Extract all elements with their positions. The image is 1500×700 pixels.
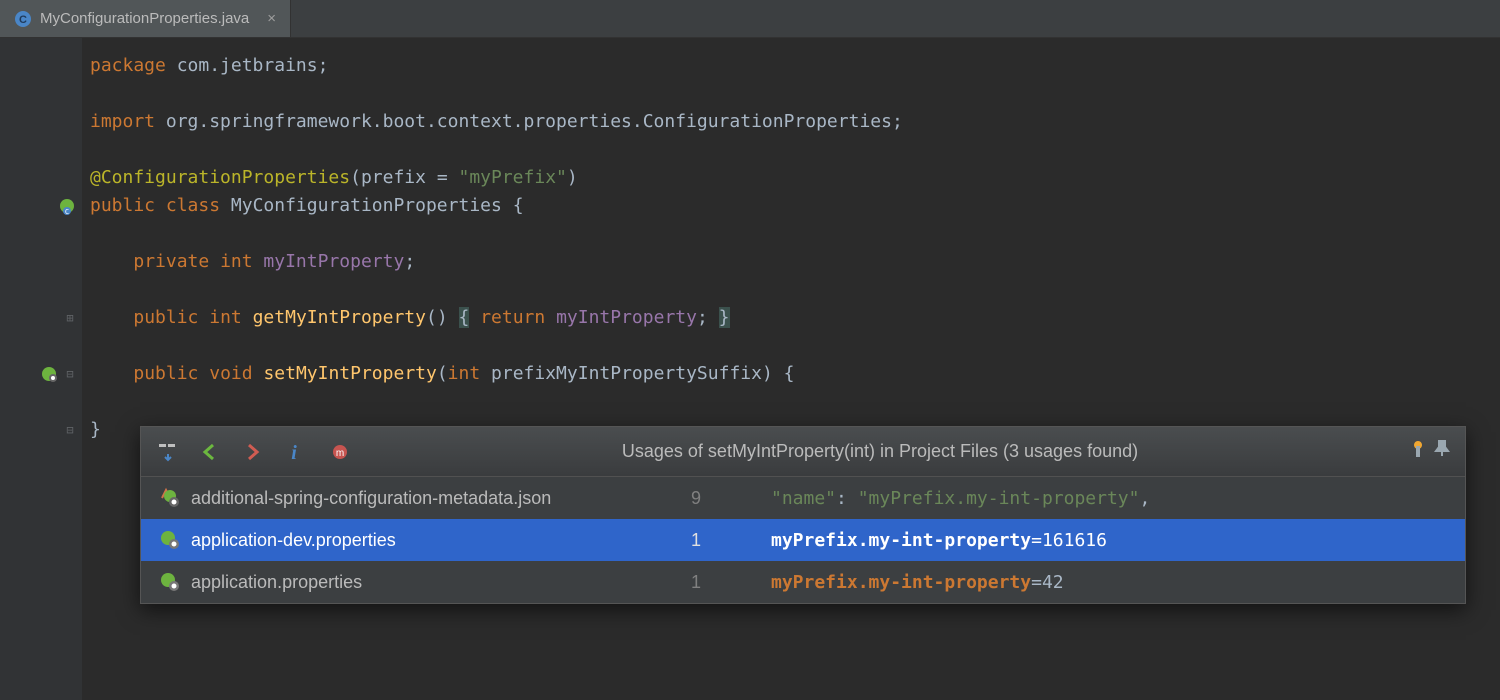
json-file-icon	[159, 487, 181, 509]
keyword-void: void	[209, 363, 252, 384]
annotation-attr: prefix	[361, 167, 426, 188]
annotation: @ConfigurationProperties	[90, 167, 350, 188]
keyword-public: public	[133, 363, 198, 384]
svg-text:i: i	[291, 442, 297, 463]
keyword-return: return	[480, 307, 545, 328]
keyword-int: int	[209, 307, 242, 328]
import-path: org.springframework.boot.context.propert…	[166, 111, 892, 132]
usage-filename: additional-spring-configuration-metadata…	[191, 488, 651, 509]
breakpoint-icon[interactable]: m	[323, 435, 357, 469]
usage-line-number: 1	[661, 530, 701, 551]
usage-line-number: 1	[661, 572, 701, 593]
method-name: getMyIntProperty	[253, 307, 426, 328]
svg-text:C: C	[19, 14, 27, 26]
tab-filename: MyConfigurationProperties.java	[40, 10, 249, 27]
spring-bean-icon[interactable]: C	[58, 197, 76, 215]
close-tab-icon[interactable]: ×	[267, 10, 276, 27]
method-name: setMyIntProperty	[263, 363, 436, 384]
keyword-import: import	[90, 111, 155, 132]
keyword-public: public	[133, 307, 198, 328]
class-name: MyConfigurationProperties	[231, 195, 502, 216]
keyword-int: int	[448, 363, 481, 384]
field-ref: myIntProperty	[556, 307, 697, 328]
usages-list: additional-spring-configuration-metadata…	[141, 477, 1465, 603]
gutter: C ⊞ ⊟ ⊟	[0, 38, 82, 700]
fold-toggle-icon[interactable]: ⊟	[64, 424, 76, 436]
string-literal: "myPrefix"	[459, 167, 567, 188]
keyword-private: private	[133, 251, 209, 272]
usage-preview: myPrefix.my-int-property=161616	[771, 530, 1107, 551]
keyword-int: int	[220, 251, 253, 272]
svg-text:C: C	[65, 208, 69, 215]
keyword-class: class	[166, 195, 220, 216]
svg-text:m: m	[336, 448, 344, 459]
usage-line-number: 9	[661, 488, 701, 509]
properties-file-icon	[159, 529, 181, 551]
pin-icon[interactable]	[1433, 439, 1451, 464]
open-findtool-icon[interactable]	[151, 435, 185, 469]
field-name: myIntProperty	[263, 251, 404, 272]
prev-occurrence-icon[interactable]	[193, 435, 227, 469]
java-class-icon: C	[14, 10, 32, 28]
spring-usage-icon[interactable]	[40, 365, 58, 383]
fold-toggle-icon[interactable]: ⊟	[64, 368, 76, 380]
editor-tab[interactable]: C MyConfigurationProperties.java ×	[0, 0, 291, 37]
usage-row[interactable]: application-dev.properties 1 myPrefix.my…	[141, 519, 1465, 561]
usage-row[interactable]: additional-spring-configuration-metadata…	[141, 477, 1465, 519]
settings-icon[interactable]	[1403, 439, 1423, 464]
parameter-name: prefixMyIntPropertySuffix	[491, 363, 762, 384]
usage-preview: "name": "myPrefix.my-int-property",	[771, 488, 1150, 509]
popup-title: Usages of setMyIntProperty(int) in Proje…	[365, 441, 1395, 462]
usage-row[interactable]: application.properties 1 myPrefix.my-int…	[141, 561, 1465, 603]
usage-filename: application.properties	[191, 572, 651, 593]
next-occurrence-icon[interactable]	[235, 435, 269, 469]
usage-preview: myPrefix.my-int-property=42	[771, 572, 1064, 593]
info-icon[interactable]: i	[277, 435, 311, 469]
usage-filename: application-dev.properties	[191, 530, 651, 551]
keyword-package: package	[90, 55, 166, 76]
tab-bar: C MyConfigurationProperties.java ×	[0, 0, 1500, 38]
popup-toolbar: i m Usages of setMyIntProperty(int) in P…	[141, 427, 1465, 477]
package-name: com.jetbrains	[177, 55, 318, 76]
keyword-public: public	[90, 195, 155, 216]
properties-file-icon	[159, 571, 181, 593]
fold-toggle-icon[interactable]: ⊞	[64, 312, 76, 324]
usages-popup: i m Usages of setMyIntProperty(int) in P…	[140, 426, 1466, 604]
